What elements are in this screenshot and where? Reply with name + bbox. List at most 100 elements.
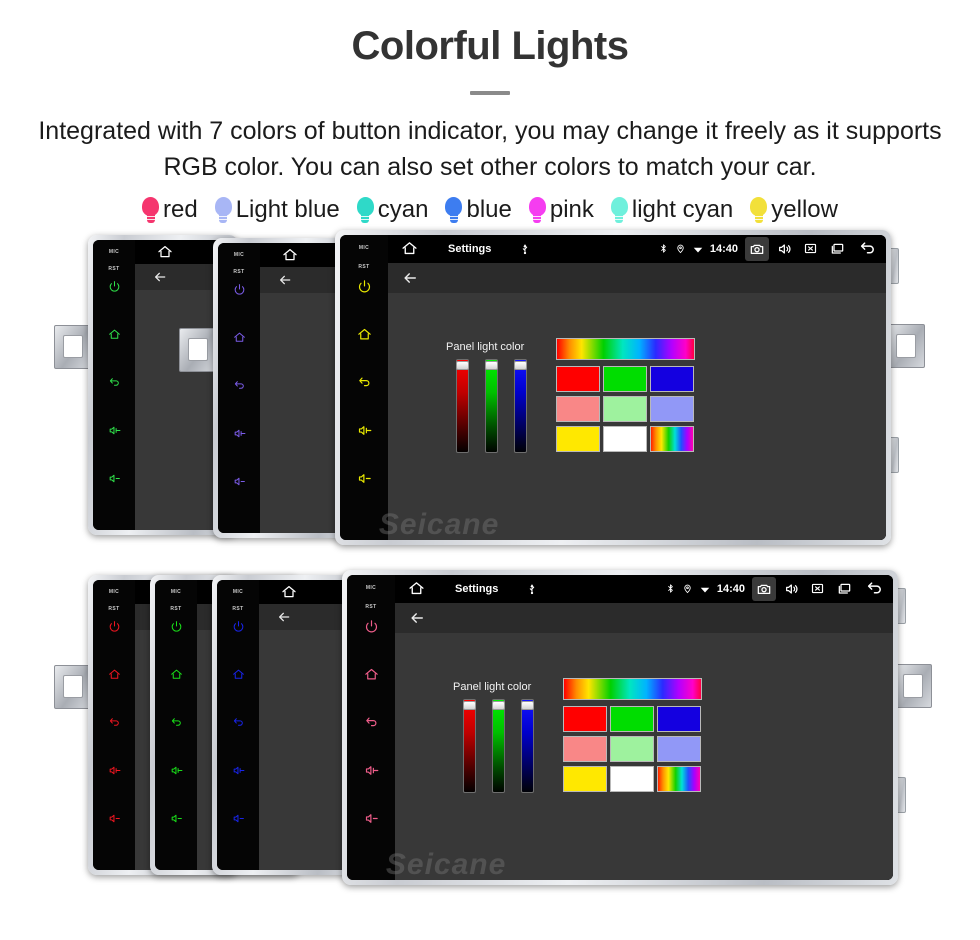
- volume-down-icon[interactable]: [108, 812, 121, 829]
- green-slider[interactable]: [492, 698, 505, 793]
- volume-up-icon[interactable]: [364, 763, 379, 782]
- swatch-yellow[interactable]: [563, 765, 607, 792]
- volume-up-icon[interactable]: [232, 764, 245, 781]
- home-icon[interactable]: [282, 247, 298, 263]
- power-icon[interactable]: [364, 619, 379, 638]
- home-icon[interactable]: [408, 580, 425, 597]
- swatch-rainbow[interactable]: [657, 765, 701, 792]
- volume-up-icon[interactable]: [233, 427, 246, 444]
- swatch-red[interactable]: [556, 365, 600, 392]
- swatch-light-red[interactable]: [563, 735, 607, 762]
- red-slider[interactable]: [463, 698, 476, 793]
- home-icon[interactable]: [232, 668, 245, 685]
- slider-thumb[interactable]: [463, 700, 476, 710]
- home-icon[interactable]: [364, 667, 379, 686]
- back-arrow-icon[interactable]: [408, 609, 426, 627]
- volume-down-icon[interactable]: [364, 811, 379, 830]
- swatch-light-blue[interactable]: [650, 395, 694, 422]
- slider-thumb[interactable]: [514, 360, 527, 370]
- home-icon[interactable]: [281, 584, 297, 600]
- power-icon[interactable]: [357, 279, 372, 298]
- home-icon[interactable]: [357, 327, 372, 346]
- rst-label: RST: [108, 265, 120, 272]
- back-icon[interactable]: [232, 716, 245, 733]
- bulb-icon: [445, 196, 463, 223]
- back-icon[interactable]: [357, 375, 372, 394]
- swatch-blue[interactable]: [650, 365, 694, 392]
- home-icon[interactable]: [108, 668, 121, 685]
- home-icon[interactable]: [401, 240, 418, 257]
- back-arrow-icon[interactable]: [152, 269, 168, 285]
- blue-slider[interactable]: [521, 698, 534, 793]
- close-box-icon[interactable]: [810, 581, 825, 596]
- power-icon[interactable]: [108, 620, 121, 637]
- swatch-green[interactable]: [603, 365, 647, 392]
- volume-down-icon[interactable]: [108, 472, 121, 489]
- rainbow-gradient-bar[interactable]: [556, 337, 695, 360]
- rainbow-gradient-bar[interactable]: [563, 677, 702, 700]
- recents-icon[interactable]: [829, 241, 845, 257]
- red-slider[interactable]: [456, 358, 469, 453]
- swatch-light-red[interactable]: [556, 395, 600, 422]
- volume-up-icon[interactable]: [357, 423, 372, 442]
- swatch-white[interactable]: [603, 425, 647, 452]
- back-arrow-icon[interactable]: [858, 239, 877, 258]
- camera-icon[interactable]: [752, 576, 776, 601]
- slider-thumb[interactable]: [492, 700, 505, 710]
- side-button-strip: MIC RST: [218, 242, 260, 533]
- side-button-strip: MIC RST: [93, 239, 135, 530]
- green-slider[interactable]: [485, 358, 498, 453]
- back-arrow-icon[interactable]: [277, 272, 293, 288]
- rst-label: RST: [170, 605, 182, 612]
- recents-icon[interactable]: [836, 581, 852, 597]
- app-bar: [388, 262, 886, 293]
- volume-down-icon[interactable]: [232, 812, 245, 829]
- home-icon[interactable]: [233, 331, 246, 348]
- back-icon[interactable]: [364, 715, 379, 734]
- home-icon[interactable]: [108, 328, 121, 345]
- back-arrow-icon[interactable]: [401, 269, 419, 287]
- swatch-light-green[interactable]: [610, 735, 654, 762]
- close-box-icon[interactable]: [803, 241, 818, 256]
- swatch-white[interactable]: [610, 765, 654, 792]
- swatch-light-blue[interactable]: [657, 735, 701, 762]
- blue-slider[interactable]: [514, 358, 527, 453]
- back-arrow-icon[interactable]: [276, 609, 292, 625]
- back-icon[interactable]: [233, 379, 246, 396]
- volume-icon[interactable]: [777, 241, 793, 257]
- back-icon[interactable]: [108, 716, 121, 733]
- power-icon[interactable]: [232, 620, 245, 637]
- slider-thumb[interactable]: [456, 360, 469, 370]
- power-icon[interactable]: [233, 283, 246, 300]
- bluetooth-icon: [658, 243, 669, 254]
- device-screen[interactable]: Settings 14:40 Panel light color: [395, 574, 893, 880]
- app-bar: [395, 602, 893, 633]
- volume-up-icon[interactable]: [170, 764, 183, 781]
- swatch-yellow[interactable]: [556, 425, 600, 452]
- back-icon[interactable]: [108, 376, 121, 393]
- side-button-strip: MIC RST: [93, 579, 135, 870]
- camera-icon[interactable]: [745, 236, 769, 261]
- back-icon[interactable]: [170, 716, 183, 733]
- home-icon[interactable]: [170, 668, 183, 685]
- home-icon[interactable]: [157, 244, 173, 260]
- swatch-rainbow[interactable]: [650, 425, 694, 452]
- slider-thumb[interactable]: [521, 700, 534, 710]
- legend-item-red: red: [142, 196, 198, 224]
- volume-icon[interactable]: [784, 581, 800, 597]
- power-icon[interactable]: [108, 280, 121, 297]
- volume-up-icon[interactable]: [108, 764, 121, 781]
- power-icon[interactable]: [170, 620, 183, 637]
- swatch-blue[interactable]: [657, 705, 701, 732]
- device-unit-pink-bottom: MIC RST Settings 14:40 Panel light color S…: [342, 569, 932, 885]
- back-arrow-icon[interactable]: [865, 579, 884, 598]
- swatch-green[interactable]: [610, 705, 654, 732]
- volume-up-icon[interactable]: [108, 424, 121, 441]
- slider-thumb[interactable]: [485, 360, 498, 370]
- swatch-light-green[interactable]: [603, 395, 647, 422]
- swatch-red[interactable]: [563, 705, 607, 732]
- volume-down-icon[interactable]: [233, 475, 246, 492]
- device-screen[interactable]: Settings 14:40 Panel light color: [388, 234, 886, 540]
- volume-down-icon[interactable]: [357, 471, 372, 490]
- volume-down-icon[interactable]: [170, 812, 183, 829]
